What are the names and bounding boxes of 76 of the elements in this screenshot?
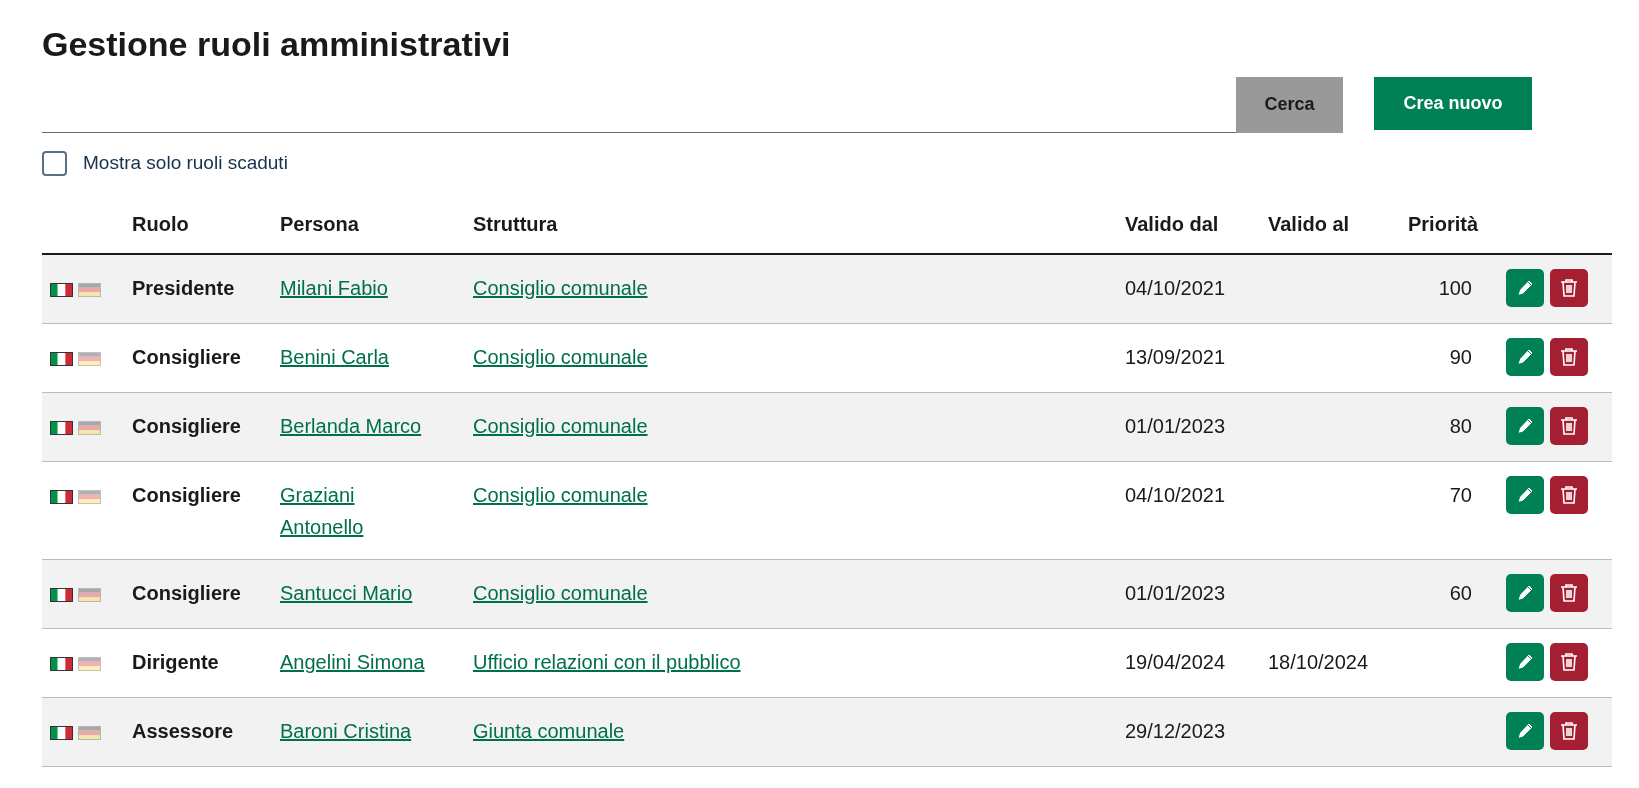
italy-flag-icon[interactable] (50, 421, 73, 435)
role-name: Assessore (132, 720, 234, 743)
trash-icon (1560, 347, 1578, 368)
delete-button[interactable] (1550, 712, 1588, 751)
start-date: 01/01/2023 (1125, 415, 1226, 438)
person-link[interactable]: Benini Carla (280, 341, 389, 374)
edit-button[interactable] (1506, 712, 1544, 751)
person-link[interactable]: Graziani Antonello (280, 479, 430, 544)
search-button[interactable]: Cerca (1236, 76, 1343, 133)
edit-button[interactable] (1506, 574, 1544, 613)
structure-link[interactable]: Consiglio comunale (473, 415, 648, 438)
pencil-icon (1515, 416, 1535, 437)
delete-button[interactable] (1550, 407, 1588, 446)
pencil-icon (1515, 652, 1535, 673)
edit-button[interactable] (1506, 407, 1544, 446)
edit-button[interactable] (1506, 269, 1544, 308)
italy-flag-icon[interactable] (50, 283, 73, 297)
pencil-icon (1515, 278, 1535, 299)
start-date: 29/12/2023 (1125, 720, 1226, 743)
structure-link[interactable]: Ufficio relazioni con il pubblico (473, 651, 741, 674)
role-name: Consigliere (132, 415, 241, 438)
column-header: Ruolo (132, 213, 189, 236)
structure-link[interactable]: Consiglio comunale (473, 484, 648, 507)
structure-link[interactable]: Consiglio comunale (473, 346, 648, 369)
role-name: Consigliere (132, 346, 241, 369)
start-date: 04/10/2021 (1125, 484, 1226, 507)
delete-button[interactable] (1550, 269, 1588, 308)
priority-value: 100 (1438, 277, 1472, 300)
column-header: Valido dal (1125, 213, 1219, 236)
end-date: 18/10/2024 (1268, 651, 1369, 674)
delete-button[interactable] (1550, 476, 1588, 515)
trash-icon (1560, 652, 1578, 673)
priority-value: 80 (1449, 415, 1472, 438)
start-date: 01/01/2023 (1125, 582, 1226, 605)
checkbox-label[interactable]: Mostra solo ruoli scaduti (83, 148, 288, 178)
structure-link[interactable]: Giunta comunale (473, 720, 625, 743)
pencil-icon (1515, 583, 1535, 604)
italy-flag-icon[interactable] (50, 352, 73, 366)
delete-button[interactable] (1550, 574, 1588, 613)
pencil-icon (1515, 721, 1535, 742)
role-name: Presidente (132, 277, 235, 300)
structure-link[interactable]: Consiglio comunale (473, 582, 648, 605)
trash-icon (1560, 583, 1578, 604)
page-title: Gestione ruoli amministrativi (42, 24, 512, 65)
start-date: 19/04/2024 (1125, 651, 1226, 674)
column-header: Priorità (1408, 213, 1479, 236)
italy-flag-icon[interactable] (50, 490, 73, 504)
trash-icon (1560, 278, 1578, 299)
delete-button[interactable] (1550, 338, 1588, 377)
column-header: Struttura (473, 213, 558, 236)
italy-flag-icon[interactable] (50, 657, 73, 671)
pencil-icon (1515, 485, 1535, 506)
trash-icon (1560, 416, 1578, 437)
priority-value: 60 (1449, 582, 1472, 605)
italy-flag-icon[interactable] (50, 588, 73, 602)
role-name: Consigliere (132, 582, 241, 605)
column-header: Persona (280, 213, 359, 236)
edit-button[interactable] (1506, 643, 1544, 682)
pencil-icon (1515, 347, 1535, 368)
start-date: 04/10/2021 (1125, 277, 1226, 300)
priority-value: 70 (1449, 484, 1472, 507)
trash-icon (1560, 485, 1578, 506)
role-name: Consigliere (132, 484, 241, 507)
create-button[interactable]: Crea nuovo (1374, 76, 1532, 130)
trash-icon (1560, 721, 1578, 742)
priority-value: 90 (1449, 346, 1472, 369)
role-name: Dirigente (132, 651, 219, 674)
person-link[interactable]: Angelini Simona (280, 646, 425, 679)
edit-button[interactable] (1506, 476, 1544, 515)
start-date: 13/09/2021 (1125, 346, 1226, 369)
checkbox[interactable] (42, 150, 67, 176)
structure-link[interactable]: Consiglio comunale (473, 277, 648, 300)
delete-button[interactable] (1550, 643, 1588, 682)
column-header: Valido al (1268, 213, 1350, 236)
italy-flag-icon[interactable] (50, 726, 73, 740)
edit-button[interactable] (1506, 338, 1544, 377)
